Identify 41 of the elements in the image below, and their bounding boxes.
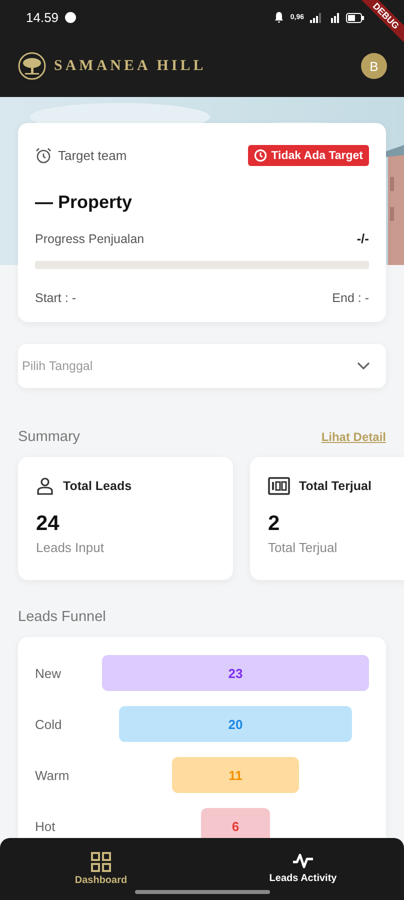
alarm-clock-icon [35, 147, 52, 164]
detail-link[interactable]: Lihat Detail [321, 430, 386, 444]
chevron-down-icon [357, 362, 370, 370]
progress-value: -/- [356, 231, 369, 246]
date-dropdown[interactable]: Pilih Tanggal [18, 344, 386, 388]
section-title: Summary [18, 429, 80, 445]
signal-icon [310, 12, 322, 22]
progress-label: Progress Penjualan [35, 232, 144, 246]
funnel-bar: 11 [172, 757, 300, 793]
home-indicator[interactable] [135, 890, 270, 894]
person-icon [36, 477, 54, 495]
card-title: Total Terjual [299, 479, 372, 493]
start-date: Start : - [35, 291, 76, 305]
stage-label: Cold [35, 716, 63, 732]
signal-icon [328, 12, 340, 22]
stage-label: Hot [35, 818, 56, 834]
nav-tab[interactable]: Dashboard [0, 838, 202, 900]
counter-icon [268, 477, 290, 495]
target-title: — Property [35, 192, 134, 213]
notification-icon [64, 12, 76, 23]
battery-icon [346, 12, 364, 22]
funnel-bar: 20 [119, 706, 352, 742]
tree-logo-icon [18, 52, 46, 80]
stage-label: Warm [35, 768, 70, 782]
card-title: Total Leads [63, 479, 132, 493]
end-date: End : - [332, 291, 369, 305]
user-avatar[interactable]: B [361, 53, 387, 79]
funnel-bar: 23 [102, 655, 369, 691]
status-badge: Tidak Ada Target [248, 145, 369, 166]
card-value: 24 [36, 512, 60, 536]
target-label: Target team [58, 148, 127, 163]
section-title: Leads Funnel [18, 609, 107, 625]
grid-icon [91, 852, 111, 872]
card-value: 2 [268, 512, 281, 536]
stage-label: New [35, 666, 62, 680]
card-caption: Total Terjual [268, 540, 338, 555]
bell-icon [274, 12, 284, 23]
status-time: 14.59 [26, 10, 59, 25]
pulse-icon [292, 852, 314, 870]
brand-name: SAMANEA HILL [54, 58, 206, 74]
card-caption: Leads Input [36, 540, 105, 555]
